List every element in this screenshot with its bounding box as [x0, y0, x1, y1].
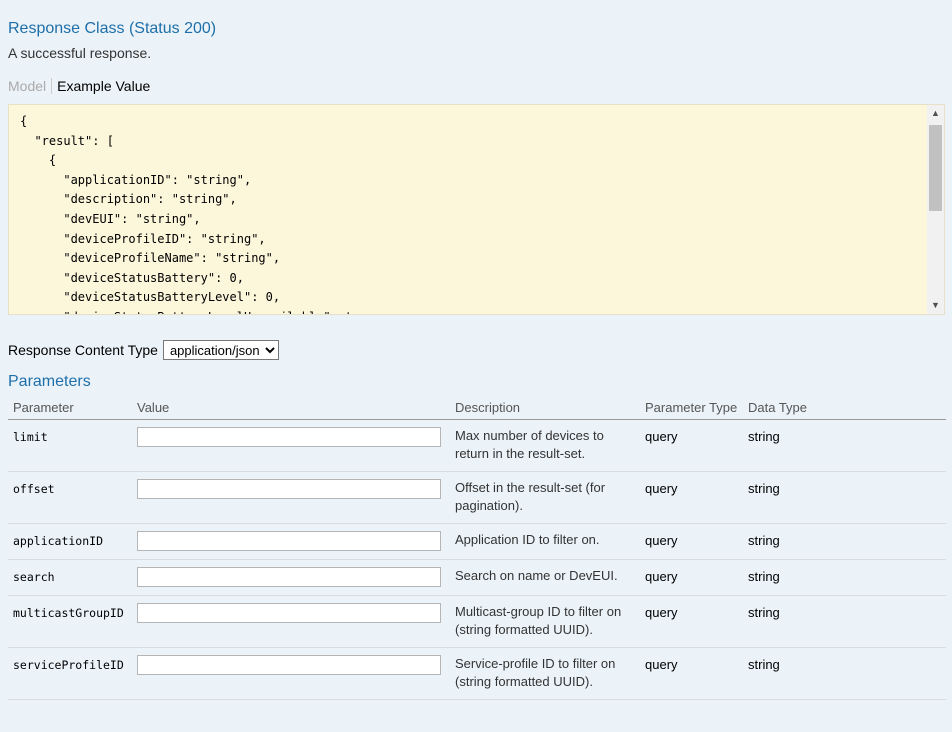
tab-model[interactable]: Model [8, 78, 53, 94]
parameter-value-input[interactable] [137, 603, 441, 623]
code-line: { [20, 153, 57, 168]
table-row: limit Max number of devices to return in … [8, 419, 946, 472]
parameter-type: query [645, 481, 678, 496]
parameter-description: Application ID to filter on. [455, 532, 600, 547]
header-parameter: Parameter [8, 397, 132, 420]
parameter-name: applicationID [13, 534, 104, 548]
header-data-type: Data Type [743, 397, 946, 420]
code-line: "deviceStatusBatteryLevelUnavailable": t… [20, 310, 381, 314]
data-type: string [748, 605, 780, 620]
code-scrollbar[interactable]: ▲ ▼ [927, 105, 944, 314]
parameter-type: query [645, 429, 678, 444]
table-row: serviceProfileID Service-profile ID to fi… [8, 647, 946, 700]
data-type: string [748, 569, 780, 584]
header-value: Value [132, 397, 450, 420]
parameters-title: Parameters [8, 373, 91, 390]
response-content-type: Response Content Type application/json [8, 340, 279, 360]
parameter-name: multicastGroupID [13, 606, 124, 620]
parameter-type: query [645, 605, 678, 620]
code-line: "deviceProfileID": "string", [20, 231, 266, 246]
data-type: string [748, 481, 780, 496]
parameter-description: Multicast-group ID to filter on (string … [455, 604, 622, 637]
data-type: string [748, 533, 780, 548]
parameter-value-input[interactable] [137, 479, 441, 499]
code-line: { [20, 114, 28, 128]
scroll-up-icon[interactable]: ▲ [927, 105, 944, 122]
parameter-type: query [645, 533, 678, 548]
parameter-type: query [645, 569, 678, 584]
code-line: "deviceProfileName": "string", [20, 251, 281, 266]
response-description: A successful response. [8, 45, 152, 61]
parameter-description: Service-profile ID to filter on (string … [455, 656, 616, 689]
model-tabs: Model Example Value [8, 78, 150, 94]
parameter-name: serviceProfileID [13, 658, 124, 672]
parameter-value-input[interactable] [137, 531, 441, 551]
parameter-description: Offset in the result-set (for pagination… [455, 480, 606, 513]
example-json-code: { "result": [ { "applicationID": "string… [20, 112, 926, 314]
data-type: string [748, 657, 780, 672]
parameter-value-input[interactable] [137, 567, 441, 587]
scroll-down-icon[interactable]: ▼ [927, 297, 944, 314]
parameters-header-row: Parameter Value Description Parameter Ty… [8, 397, 946, 420]
parameter-value-input[interactable] [137, 655, 441, 675]
response-content-type-select[interactable]: application/json [162, 340, 279, 360]
parameter-value-input[interactable] [137, 427, 441, 447]
parameter-name: offset [13, 482, 55, 496]
parameter-type: query [645, 657, 678, 672]
code-line: "applicationID": "string", [20, 172, 252, 187]
header-description: Description [450, 397, 640, 420]
code-line: "result": [ [20, 133, 114, 148]
data-type: string [748, 429, 780, 444]
code-line: "description": "string", [20, 192, 237, 207]
table-row: multicastGroupID Multicast-group ID to fi… [8, 595, 946, 648]
parameters-table: Parameter Value Description Parameter Ty… [8, 397, 946, 700]
code-line: "devEUI": "string", [20, 211, 201, 226]
scrollbar-thumb[interactable] [929, 125, 942, 211]
example-value-code-box[interactable]: { "result": [ { "applicationID": "string… [8, 104, 945, 315]
code-line: "deviceStatusBatteryLevel": 0, [20, 290, 281, 305]
table-row: offset Offset in the result-set (for pagi… [8, 471, 946, 524]
code-line: "deviceStatusBattery": 0, [20, 270, 244, 285]
parameter-description: Search on name or DevEUI. [455, 568, 618, 583]
parameter-name: search [13, 570, 55, 584]
parameter-name: limit [13, 430, 48, 444]
response-class-title: Response Class (Status 200) [8, 20, 217, 37]
table-row: search Search on name or DevEUI. query stri… [8, 559, 946, 596]
table-row: applicationID Application ID to filter on… [8, 523, 946, 560]
response-content-type-label: Response Content Type [8, 342, 158, 358]
parameter-description: Max number of devices to return in the r… [455, 428, 604, 461]
tab-example-value[interactable]: Example Value [52, 78, 150, 94]
header-parameter-type: Parameter Type [640, 397, 743, 420]
